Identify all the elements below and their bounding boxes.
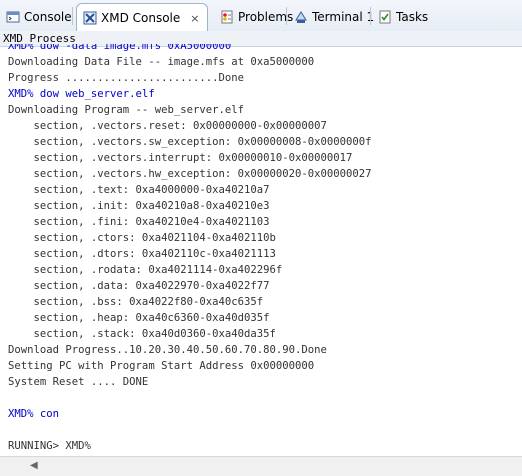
tab-tasks[interactable]: Tasks <box>372 4 428 29</box>
tab-terminal-1[interactable]: Terminal 1 <box>288 4 374 29</box>
console-line: section, .ctors: 0xa4021104-0xa402110b <box>8 232 276 244</box>
terminal-icon <box>294 10 308 24</box>
console-line: Progress ........................Done <box>8 72 244 84</box>
tab-label: Tasks <box>396 9 429 24</box>
tab-divider <box>286 7 287 25</box>
problems-icon <box>220 10 234 24</box>
scroll-left-icon[interactable]: ◀ <box>30 460 38 471</box>
tasks-icon <box>378 10 392 24</box>
tab-divider <box>370 7 371 25</box>
console-line: section, .fini: 0xa40210e4-0xa4021103 <box>8 216 270 228</box>
tab-xmd-console[interactable]: XMD Console × <box>76 3 209 32</box>
console-line: Downloading Data File -- image.mfs at 0x… <box>8 56 315 68</box>
console-line: section, .heap: 0xa40c6360-0xa40d035f <box>8 312 270 324</box>
close-icon[interactable]: × <box>190 12 199 25</box>
console-line: section, .vectors.sw_exception: 0x000000… <box>8 136 372 148</box>
console-output[interactable]: XMD% dow -data image.mfs 0xA5000000 Down… <box>0 44 522 456</box>
console-line: Downloading Program -- web_server.elf <box>8 104 244 116</box>
tab-label: Console <box>24 9 72 24</box>
console-line: section, .data: 0xa4022970-0xa4022f77 <box>8 280 270 292</box>
tab-label: Terminal 1 <box>312 9 375 24</box>
console-line: section, .init: 0xa40210a8-0xa40210e3 <box>8 200 270 212</box>
console-line: RUNNING> XMD% <box>8 440 91 452</box>
horizontal-scrollbar[interactable]: ◀ <box>0 456 522 476</box>
console-line: System Reset .... DONE <box>8 376 149 388</box>
console-line: Setting PC with Program Start Address 0x… <box>8 360 315 372</box>
tab-divider <box>72 7 73 25</box>
console-line: section, .vectors.interrupt: 0x00000010-… <box>8 152 353 164</box>
console-line: XMD% dow web_server.elf <box>8 88 155 100</box>
tab-console[interactable]: Console <box>0 4 72 29</box>
console-line: XMD% dow -data image.mfs 0xA5000000 <box>8 44 232 52</box>
xmd-console-icon <box>83 11 97 25</box>
console-line: section, .stack: 0xa40d0360-0xa40da35f <box>8 328 276 340</box>
console-line: section, .vectors.hw_exception: 0x000000… <box>8 168 372 180</box>
console-line: XMD% con <box>8 408 60 420</box>
view-tab-bar: Console XMD Console × Problems Terminal … <box>0 0 522 32</box>
console-line: Download Progress..10.20.30.40.50.60.70.… <box>8 344 327 356</box>
console-line: section, .dtors: 0xa402110c-0xa4021113 <box>8 248 276 260</box>
console-line: section, .bss: 0xa4022f80-0xa40c635f <box>8 296 264 308</box>
console-line: section, .text: 0xa4000000-0xa40210a7 <box>8 184 270 196</box>
console-line: section, .rodata: 0xa4021114-0xa402296f <box>8 264 283 276</box>
console-line: section, .vectors.reset: 0x00000000-0x00… <box>8 120 327 132</box>
console-icon <box>6 10 20 24</box>
tab-problems[interactable]: Problems <box>214 4 293 29</box>
tab-label: XMD Console <box>101 11 181 25</box>
